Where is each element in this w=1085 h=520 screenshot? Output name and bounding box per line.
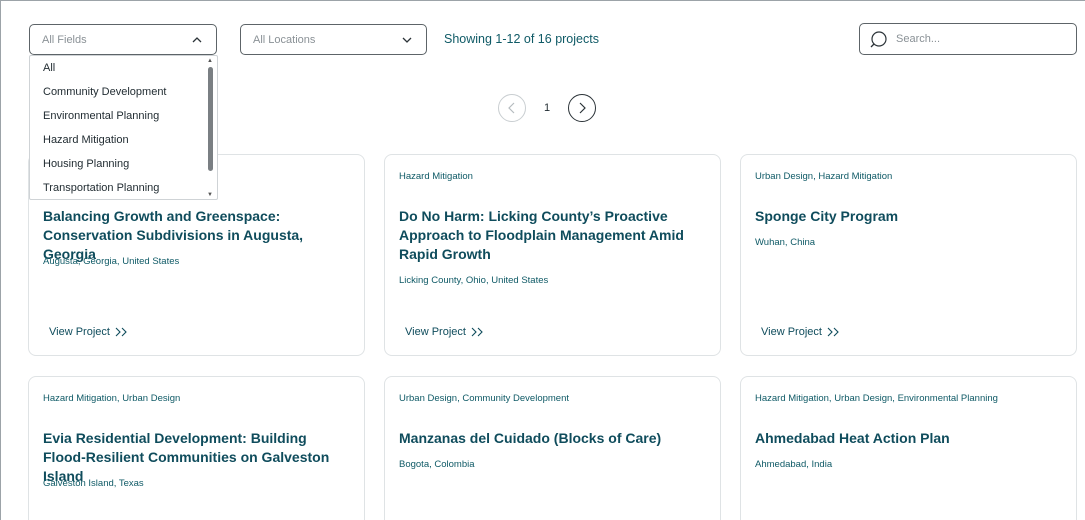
project-card[interactable]: Hazard Mitigation, Urban Design, Environ… — [740, 376, 1077, 520]
card-location: Galveston Island, Texas — [43, 478, 144, 489]
next-page-button[interactable] — [568, 94, 596, 122]
project-card[interactable]: Hazard Mitigation Do No Harm: Licking Co… — [384, 154, 721, 356]
dropdown-option[interactable]: All — [30, 56, 217, 80]
scrollbar-thumb[interactable] — [208, 67, 213, 171]
chevron-left-icon — [508, 102, 515, 114]
location-filter-value: All Locations — [253, 33, 316, 46]
field-filter-dropdown: All Community Development Environmental Pl… — [29, 55, 218, 200]
view-project-link[interactable]: View Project — [405, 326, 485, 338]
results-count: Showing 1-12 of 16 projects — [444, 32, 599, 46]
card-location: Augusta, Georgia, United States — [43, 256, 180, 267]
card-location: Bogota, Colombia — [399, 459, 475, 470]
card-title[interactable]: Do No Harm: Licking County’s Proactive A… — [399, 207, 709, 264]
dropdown-option[interactable]: Housing Planning — [30, 152, 217, 176]
dropdown-option[interactable]: Environmental Planning — [30, 104, 217, 128]
project-card[interactable]: Urban Design, Hazard Mitigation Sponge C… — [740, 154, 1077, 356]
search-input[interactable]: Search... — [859, 23, 1077, 55]
project-card[interactable]: Hazard Mitigation, Urban Design Evia Res… — [28, 376, 365, 520]
chevron-up-icon — [192, 37, 202, 43]
view-project-link[interactable]: View Project — [49, 326, 129, 338]
view-project-label: View Project — [49, 326, 110, 338]
double-chevron-right-icon — [471, 327, 483, 337]
scroll-down-arrow-icon[interactable]: ▼ — [207, 192, 213, 198]
location-filter-select[interactable]: All Locations — [240, 24, 427, 55]
card-tags: Hazard Mitigation, Urban Design — [43, 393, 181, 404]
card-location: Wuhan, China — [755, 237, 816, 248]
search-icon — [870, 31, 887, 48]
dropdown-option[interactable]: Community Development — [30, 80, 217, 104]
chevron-right-icon — [579, 102, 586, 114]
dropdown-option[interactable]: Hazard Mitigation — [30, 128, 217, 152]
card-tags: Hazard Mitigation, Urban Design, Environ… — [755, 393, 998, 404]
field-filter-select[interactable]: All Fields — [29, 24, 217, 55]
card-title[interactable]: Ahmedabad Heat Action Plan — [755, 429, 1065, 448]
dropdown-scrollbar[interactable]: ▲ ▼ — [206, 58, 215, 198]
card-tags: Urban Design, Hazard Mitigation — [755, 171, 893, 182]
double-chevron-right-icon — [115, 327, 127, 337]
double-chevron-right-icon — [827, 327, 839, 337]
card-tags: Urban Design, Community Development — [399, 393, 570, 404]
card-location: Licking County, Ohio, United States — [399, 275, 549, 286]
field-filter-value: All Fields — [42, 33, 87, 46]
dropdown-option[interactable]: Transportation Planning — [30, 176, 217, 199]
chevron-down-icon — [402, 37, 412, 43]
card-tags: Hazard Mitigation — [399, 171, 473, 182]
current-page-number[interactable]: 1 — [526, 102, 568, 114]
card-title[interactable]: Sponge City Program — [755, 207, 1065, 226]
prev-page-button[interactable] — [498, 94, 526, 122]
view-project-link[interactable]: View Project — [761, 326, 841, 338]
view-project-label: View Project — [405, 326, 466, 338]
pagination: 1 — [498, 94, 596, 122]
scroll-up-arrow-icon[interactable]: ▲ — [207, 58, 213, 64]
project-card[interactable]: Urban Design, Community Development Manz… — [384, 376, 721, 520]
search-placeholder: Search... — [896, 33, 941, 45]
card-title[interactable]: Manzanas del Cuidado (Blocks of Care) — [399, 429, 709, 448]
card-location: Ahmedabad, India — [755, 459, 833, 470]
view-project-label: View Project — [761, 326, 822, 338]
